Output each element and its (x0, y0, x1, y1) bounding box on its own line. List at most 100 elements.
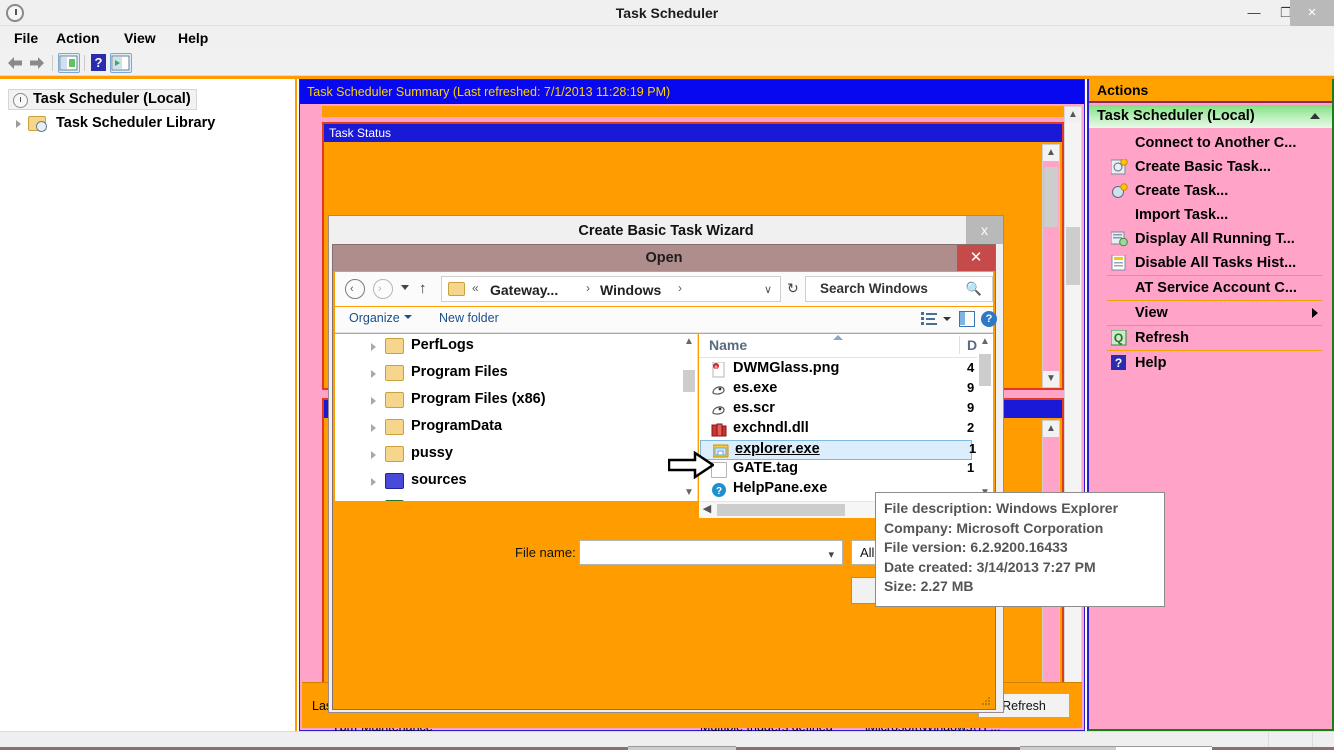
action-label: Create Task... (1135, 183, 1229, 199)
folder-tree-item[interactable]: Program Files (369, 361, 669, 389)
column-header-size[interactable]: D (967, 337, 977, 353)
taskbar-item[interactable] (1116, 746, 1212, 750)
scroll-down-icon[interactable]: ▼ (681, 485, 697, 501)
breadcrumb-overflow[interactable]: « (472, 281, 479, 295)
folder-tree-item[interactable]: PerfLogs (369, 334, 669, 362)
actions-group-header[interactable]: Task Scheduler (Local) (1089, 105, 1332, 128)
organize-button[interactable]: Organize (349, 311, 412, 325)
chevron-right-icon[interactable] (371, 397, 376, 405)
scroll-thumb[interactable] (1044, 167, 1058, 227)
file-list-item[interactable]: o DWMGlass.png 4 (699, 360, 975, 380)
chevron-right-icon[interactable] (371, 451, 376, 459)
tooltip-line: Date created: 3/14/2013 7:27 PM (884, 558, 1096, 575)
menu-view[interactable]: View (118, 26, 162, 50)
folder-tree-item[interactable]: pussy (369, 442, 669, 470)
chevron-up-icon[interactable] (1310, 113, 1320, 119)
scroll-up-icon[interactable]: ▲ (1043, 145, 1059, 161)
action-at-service-account-configuration[interactable]: AT Service Account C... (1089, 276, 1332, 300)
scroll-up-icon[interactable]: ▲ (681, 334, 697, 350)
action-label: AT Service Account C... (1135, 280, 1297, 296)
action-label: Help (1135, 355, 1167, 371)
refresh-icon[interactable]: ↻ (787, 280, 799, 297)
column-header-name[interactable]: Name (709, 337, 747, 353)
chevron-right-icon[interactable] (371, 343, 376, 351)
chevron-right-icon[interactable] (371, 478, 376, 486)
breadcrumb-part-0[interactable]: Gateway... (490, 280, 558, 300)
action-disable-all-tasks-history[interactable]: Disable All Tasks Hist... (1089, 251, 1332, 275)
taskbar-item[interactable] (1020, 746, 1116, 750)
taskbar-item[interactable] (628, 746, 736, 750)
scroll-up-icon[interactable]: ▲ (1043, 421, 1059, 437)
help-icon[interactable]: ? (981, 311, 997, 327)
search-input[interactable]: Search Windows 🔍 (805, 276, 993, 302)
chevron-down-icon[interactable] (401, 285, 409, 290)
breadcrumb-dropdown-icon[interactable]: ∨ (764, 283, 772, 296)
file-list-scrollbar[interactable]: ▲ ▼ (977, 334, 993, 501)
wizard-close-button[interactable]: x (966, 216, 1003, 244)
action-import-task[interactable]: Import Task... (1089, 203, 1332, 227)
actions-pane: Actions Task Scheduler (Local) Connect t… (1087, 79, 1334, 731)
task-status-scrollbar[interactable]: ▲ ▼ (1042, 144, 1060, 388)
back-arrow-icon[interactable] (6, 55, 24, 71)
tree-item-task-scheduler-library[interactable]: Task Scheduler Library (16, 114, 219, 133)
file-name: es.exe (733, 380, 778, 396)
breadcrumb-part-1[interactable]: Windows (600, 280, 661, 300)
breadcrumb-separator-1[interactable]: › (678, 281, 682, 295)
open-dialog-close-button[interactable]: ✕ (957, 245, 995, 271)
action-help[interactable]: ? Help (1089, 351, 1332, 375)
action-create-basic-task[interactable]: Create Basic Task... (1089, 155, 1332, 179)
list-view-icon[interactable] (921, 312, 937, 326)
minimize-button[interactable]: — (1238, 0, 1270, 26)
open-dialog-title: Open (333, 245, 995, 271)
summary-pane-scrollbar[interactable]: ▲ ▼ (1064, 106, 1082, 716)
action-connect-to-another-computer[interactable]: Connect to Another C... (1089, 131, 1332, 155)
folder-tree-item[interactable]: sources (369, 469, 669, 497)
folder-tree-item[interactable]: tmp (369, 496, 669, 501)
forward-button[interactable]: › (373, 279, 393, 299)
chevron-right-icon[interactable] (16, 120, 21, 128)
scroll-up-icon[interactable]: ▲ (1065, 107, 1081, 123)
tree-item-task-scheduler-local[interactable]: Task Scheduler (Local) (8, 89, 197, 110)
scroll-left-icon[interactable]: ◀ (699, 502, 715, 518)
file-list-item[interactable]: exchndl.dll 2 (699, 420, 974, 440)
breadcrumb[interactable]: « Gateway... › Windows › ∨ (441, 276, 781, 302)
action-create-task[interactable]: Create Task... (1089, 179, 1332, 203)
folder-tree-item[interactable]: Program Files (x86) (369, 388, 669, 416)
chevron-right-icon[interactable] (371, 370, 376, 378)
action-refresh[interactable]: Q Refresh (1089, 326, 1332, 350)
file-size: 9 (967, 380, 975, 395)
preview-pane-icon[interactable] (959, 311, 975, 327)
scroll-down-icon[interactable]: ▼ (1043, 371, 1059, 387)
folder-label: Program Files (x86) (411, 391, 546, 407)
scroll-thumb[interactable] (1066, 227, 1080, 285)
scroll-thumb[interactable] (979, 354, 991, 386)
help-icon[interactable]: ? (90, 53, 108, 73)
show-hide-console-tree-icon[interactable] (58, 53, 80, 73)
action-view[interactable]: View (1089, 301, 1332, 325)
scroll-up-icon[interactable]: ▲ (977, 334, 993, 350)
resize-grip[interactable] (982, 697, 991, 706)
file-list-item[interactable]: GATE.tag 1 (699, 460, 974, 480)
file-list-item[interactable]: es.exe 9 (699, 380, 975, 400)
file-list-item-explorer[interactable]: explorer.exe 1 (700, 440, 976, 460)
back-button[interactable]: ‹ (345, 279, 365, 299)
new-folder-button[interactable]: New folder (439, 311, 499, 325)
up-button[interactable]: ↑ (419, 280, 427, 297)
file-list-item[interactable]: es.scr 9 (699, 400, 974, 420)
chevron-down-icon[interactable]: ▾ (828, 548, 834, 561)
view-dropdown-icon[interactable] (943, 317, 951, 321)
action-display-all-running-tasks[interactable]: Display All Running T... (1089, 227, 1332, 251)
properties-icon[interactable] (110, 53, 132, 73)
menu-file[interactable]: File (8, 26, 44, 50)
menu-action[interactable]: Action (50, 26, 106, 50)
scroll-thumb[interactable] (717, 504, 845, 516)
menu-help[interactable]: Help (172, 26, 214, 50)
window-titlebar: Task Scheduler — ❐ × (0, 0, 1334, 26)
file-name-input[interactable]: ▾ (579, 540, 843, 565)
folder-tree-item[interactable]: ProgramData (369, 415, 669, 443)
close-button[interactable]: × (1290, 0, 1334, 26)
scroll-thumb[interactable] (683, 370, 695, 392)
forward-arrow-icon[interactable] (28, 55, 46, 71)
chevron-right-icon[interactable] (371, 424, 376, 432)
file-size: 4 (967, 360, 975, 375)
